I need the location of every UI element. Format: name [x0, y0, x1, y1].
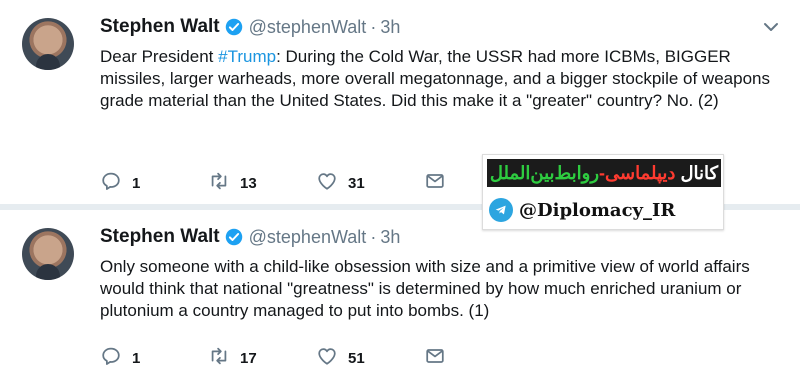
tweet-text: Only someone with a child-like obsession…	[100, 257, 750, 320]
tweet-text-part: Dear President	[100, 47, 219, 66]
author-handle[interactable]: @stephenWalt	[249, 227, 367, 248]
retweet-count: 17	[240, 349, 257, 367]
author-name[interactable]: Stephen Walt	[100, 16, 220, 38]
reply-count: 1	[132, 349, 141, 367]
direct-message-button[interactable]	[424, 171, 446, 195]
direct-message-button[interactable]	[424, 346, 446, 370]
retweet-button[interactable]: 13	[208, 171, 316, 195]
tweet-actions: 1 13 31	[100, 171, 446, 195]
watermark-channel-name: کانال دیپلماسی- روابط‌بین‌الملل	[487, 159, 721, 187]
reply-button[interactable]: 1	[100, 346, 208, 370]
like-icon	[316, 345, 338, 372]
channel-watermark: کانال دیپلماسی- روابط‌بین‌الملل @Diplomac…	[482, 154, 724, 230]
tweet-actions: 1 17 51	[100, 346, 446, 370]
tweet-card[interactable]: Stephen Walt @stephenWalt · 3h Only some…	[0, 210, 800, 384]
like-count: 51	[348, 349, 365, 367]
telegram-icon	[489, 198, 513, 222]
timestamp[interactable]: 3h	[380, 227, 400, 248]
separator-dot: ·	[370, 226, 377, 247]
watermark-handle: @Diplomacy_IR	[519, 199, 676, 221]
retweet-icon	[208, 345, 230, 372]
like-icon	[316, 170, 338, 197]
hashtag-link[interactable]: #Trump	[218, 47, 276, 66]
verified-badge-icon	[225, 228, 243, 246]
retweet-button[interactable]: 17	[208, 346, 316, 370]
retweet-count: 13	[240, 174, 257, 192]
avatar[interactable]	[22, 228, 74, 280]
retweet-icon	[208, 170, 230, 197]
like-button[interactable]: 51	[316, 346, 424, 370]
reply-count: 1	[132, 174, 141, 192]
watermark-handle-row: @Diplomacy_IR	[489, 195, 675, 225]
like-button[interactable]: 31	[316, 171, 424, 195]
reply-icon	[100, 170, 122, 197]
watermark-prefix: کانال	[680, 162, 719, 183]
timestamp[interactable]: 3h	[380, 17, 400, 38]
watermark-green-text: روابط‌بین‌الملل	[489, 162, 600, 183]
verified-badge-icon	[225, 18, 243, 36]
separator-dot: ·	[370, 16, 377, 37]
watermark-red-text: دیپلماسی-	[599, 162, 676, 183]
message-icon	[424, 345, 446, 372]
tweet-header: Stephen Walt @stephenWalt · 3h	[100, 224, 400, 250]
author-handle[interactable]: @stephenWalt	[249, 17, 367, 38]
like-count: 31	[348, 174, 365, 192]
author-name[interactable]: Stephen Walt	[100, 226, 220, 248]
tweet-header: Stephen Walt @stephenWalt · 3h	[100, 14, 400, 40]
tweet-text: Dear President #Trump: During the Cold W…	[100, 46, 770, 112]
reply-icon	[100, 345, 122, 372]
chevron-down-icon[interactable]	[762, 18, 780, 36]
avatar[interactable]	[22, 18, 74, 70]
message-icon	[424, 170, 446, 197]
reply-button[interactable]: 1	[100, 171, 208, 195]
